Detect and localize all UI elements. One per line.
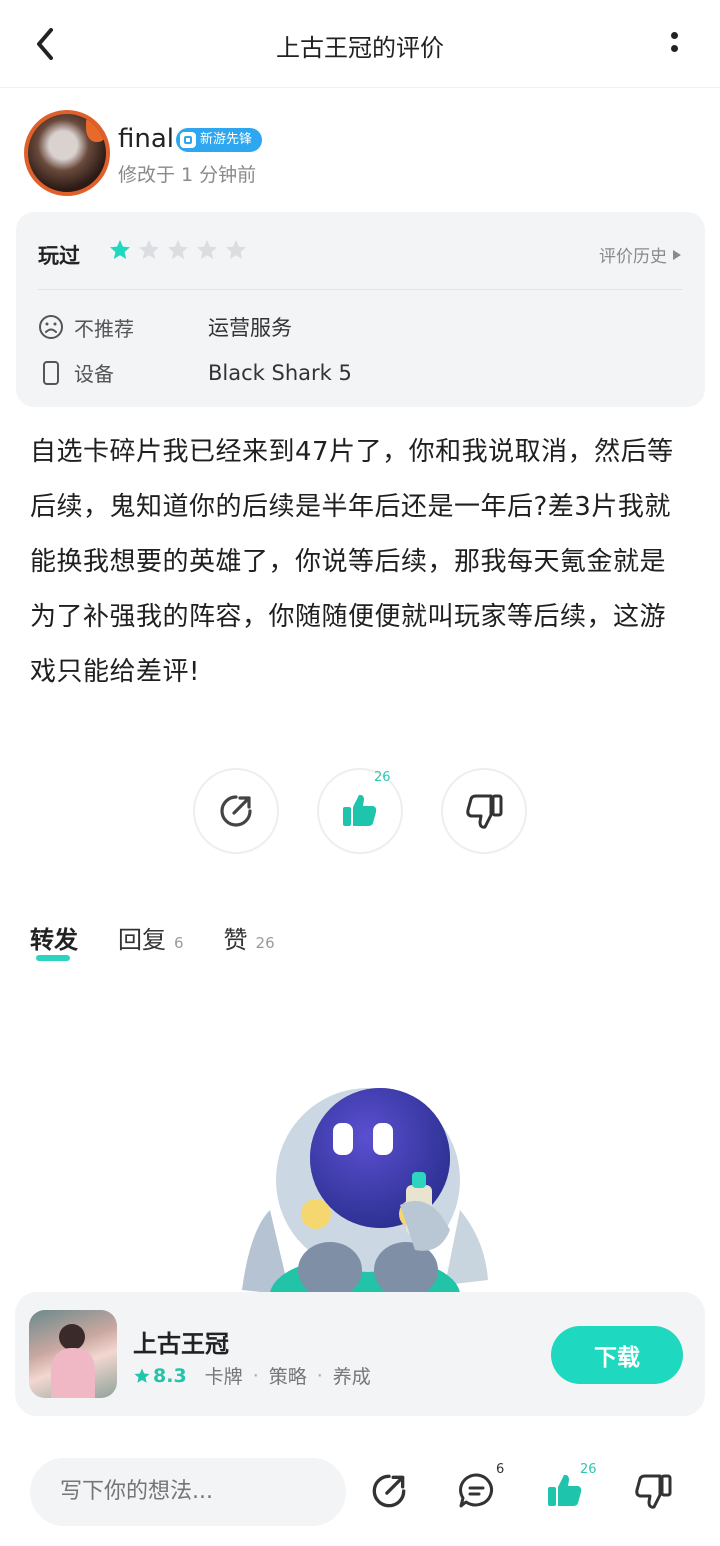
- game-name[interactable]: 上古王冠: [133, 1324, 229, 1359]
- rating-card: 玩过 评价历史 不推荐 运营服务 设备 Black Shark 5: [16, 212, 705, 407]
- game-card[interactable]: 上古王冠 8.3 卡牌 · 策略 · 养成 下载: [15, 1292, 705, 1416]
- tab-count: 6: [174, 934, 184, 952]
- bottom-reply-count: 6: [496, 1462, 505, 1477]
- separator-dot: ·: [316, 1364, 323, 1387]
- game-icon[interactable]: [29, 1310, 117, 1398]
- star-empty-icon: [168, 240, 188, 259]
- recommendation-reason: 运营服务: [208, 316, 292, 340]
- thumbs-up-icon: [343, 794, 377, 826]
- device-row: 设备 Black Shark 5: [38, 358, 352, 387]
- share-button[interactable]: [193, 768, 279, 854]
- top-bar: 上古王冠的评价: [0, 0, 720, 88]
- recommendation-row: 不推荐 运营服务: [38, 312, 292, 342]
- played-label: 玩过: [38, 244, 80, 268]
- more-dot-icon: [670, 32, 678, 39]
- phone-icon: [43, 360, 59, 385]
- thumbs-down-icon: [635, 1474, 672, 1509]
- review-actions: [0, 768, 720, 858]
- game-tag: 养成: [332, 1366, 371, 1388]
- like-count: 26: [374, 770, 391, 785]
- share-icon: [372, 1474, 406, 1508]
- divider: [38, 289, 683, 290]
- tab-label: 转发: [30, 926, 78, 954]
- share-icon: [220, 795, 252, 827]
- tab-bar: 转发 回复 6 赞 26: [30, 920, 315, 961]
- star-empty-icon: [197, 240, 217, 259]
- star-rating: [108, 238, 248, 262]
- bottom-dislike-button[interactable]: [632, 1470, 676, 1514]
- tab-repost[interactable]: 转发: [30, 920, 78, 961]
- download-button[interactable]: 下载: [551, 1326, 683, 1384]
- star-filled-icon: [110, 240, 130, 259]
- recommendation-label: 不推荐: [74, 316, 134, 341]
- tab-replies[interactable]: 回复 6: [118, 920, 184, 955]
- bottom-like-count: 26: [580, 1462, 597, 1477]
- new-game-pioneer-badge: 新游先锋: [176, 128, 263, 152]
- comment-icon: [459, 1473, 493, 1508]
- bottom-share-button[interactable]: [368, 1470, 412, 1514]
- more-dot-icon: [670, 45, 678, 52]
- star-icon: [134, 1368, 150, 1383]
- dislike-button[interactable]: [441, 768, 527, 854]
- rating-history-link[interactable]: 评价历史: [599, 242, 681, 267]
- username[interactable]: final: [118, 124, 174, 154]
- page-title: 上古王冠的评价: [276, 34, 444, 62]
- device-value: Black Shark 5: [208, 360, 352, 385]
- triangle-right-icon: [673, 249, 681, 260]
- star-empty-icon: [139, 240, 159, 259]
- gamepad-icon: [180, 132, 196, 148]
- bottom-reply-button[interactable]: [456, 1470, 500, 1514]
- game-score-value: 8.3: [153, 1364, 187, 1387]
- comment-input[interactable]: [30, 1458, 346, 1526]
- game-score: 8.3: [133, 1365, 187, 1387]
- game-tag: 策略: [268, 1366, 307, 1388]
- tab-label: 回复: [118, 926, 166, 954]
- tab-count: 26: [255, 934, 275, 952]
- review-text: 自选卡碎片我已经来到47片了，你和我说取消，然后等后续，鬼知道你的后续是半年后还…: [30, 437, 674, 687]
- star-empty-icon: [226, 240, 246, 259]
- thumbs-down-icon: [466, 794, 503, 829]
- frown-icon: [39, 315, 63, 339]
- robot-mascot-icon: [242, 1088, 488, 1292]
- more-menu-button[interactable]: [664, 26, 684, 62]
- modified-time: 修改于 1 分钟前: [118, 164, 257, 186]
- game-meta: 8.3 卡牌 · 策略 · 养成: [133, 1362, 371, 1389]
- device-label: 设备: [74, 362, 114, 386]
- avatar-frame-flame-icon: [86, 114, 106, 142]
- tab-label: 赞: [223, 926, 248, 954]
- separator-dot: ·: [252, 1364, 259, 1387]
- bottom-bar: 6 26: [0, 1440, 720, 1546]
- avatar[interactable]: [24, 110, 110, 196]
- game-tag: 卡牌: [204, 1366, 243, 1388]
- empty-state-mascot: [230, 1080, 500, 1292]
- tab-likes[interactable]: 赞 26: [224, 920, 275, 955]
- badge-label: 新游先锋: [200, 132, 253, 147]
- rating-history-label: 评价历史: [599, 247, 667, 267]
